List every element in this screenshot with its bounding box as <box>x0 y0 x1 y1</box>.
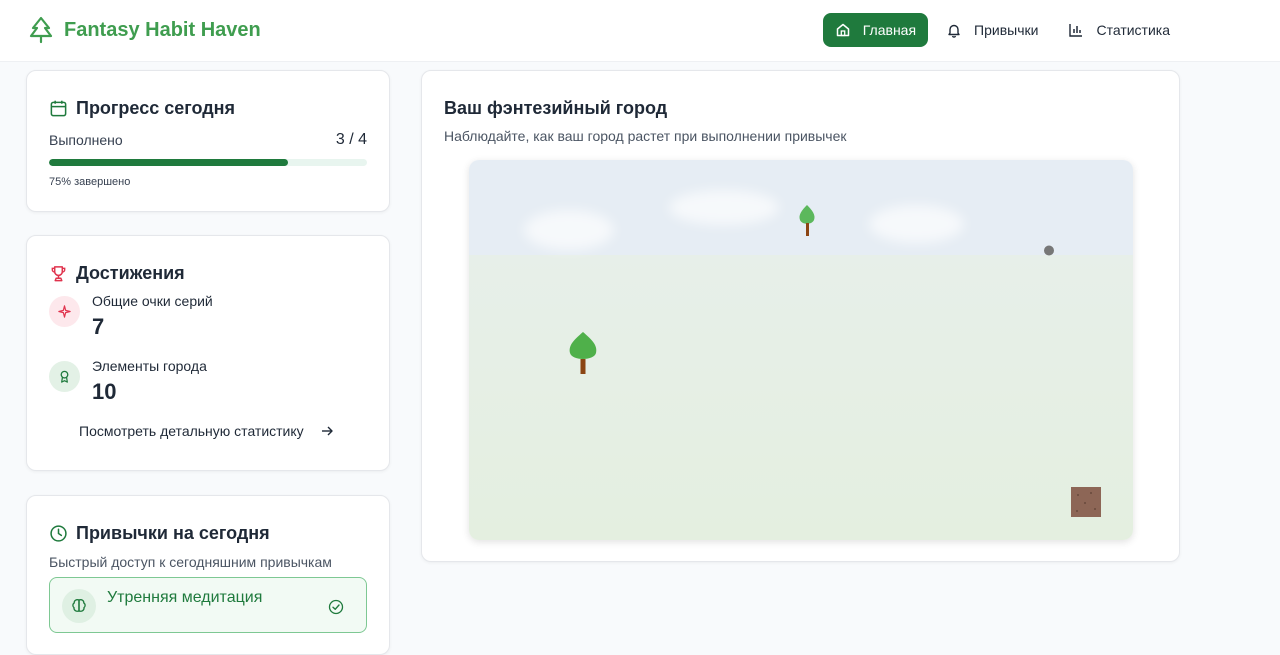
top-header: Fantasy Habit Haven Главная Привычки Ста… <box>0 0 1280 62</box>
calendar-icon <box>50 100 67 117</box>
bar-chart-icon <box>1069 24 1083 37</box>
stone <box>1044 245 1054 256</box>
city-elements-label: Элементы города <box>92 358 207 374</box>
progress-bar-fill <box>49 159 288 166</box>
nav-stats-label: Статистика <box>1096 22 1170 38</box>
nav-home[interactable]: Главная <box>822 13 929 47</box>
cloud <box>669 190 779 225</box>
nav-stats[interactable]: Статистика <box>1056 13 1182 47</box>
progress-title: Прогресс сегодня <box>76 98 236 118</box>
city-elements-value: 10 <box>92 379 117 404</box>
habits-title: Привычки на сегодня <box>76 523 270 543</box>
app-logo[interactable]: Fantasy Habit Haven <box>28 16 261 44</box>
tree-icon <box>29 16 53 44</box>
dirt-block <box>1071 487 1101 517</box>
habits-subtitle: Быстрый доступ к сегодняшним привычкам <box>49 554 332 570</box>
city-subtitle: Наблюдайте, как ваш город растет при вып… <box>444 128 847 144</box>
streak-value: 7 <box>92 314 105 339</box>
award-icon <box>49 361 80 392</box>
sparkle-icon <box>49 296 80 327</box>
nav-home-label: Главная <box>862 22 917 38</box>
small-tree <box>799 205 815 236</box>
progress-bar <box>49 159 367 166</box>
cloud <box>524 210 614 250</box>
city-card: Ваш фэнтезийный город Наблюдайте, как ва… <box>421 70 1180 562</box>
main-nav: Главная Привычки Статистика <box>822 13 1182 47</box>
achievements-title: Достижения <box>76 263 185 283</box>
nav-habits[interactable]: Привычки <box>934 13 1050 47</box>
progress-label: Выполнено <box>49 132 123 148</box>
habit-item[interactable]: Утренняя медитация <box>49 577 367 633</box>
today-habits-card: Привычки на сегодня Быстрый доступ к сег… <box>26 495 390 655</box>
city-elements: Элементы города 10 <box>49 358 207 405</box>
home-icon <box>836 23 849 37</box>
detailed-stats-link[interactable]: Посмотреть детальную статистику <box>79 423 334 439</box>
city-scene[interactable] <box>469 160 1133 540</box>
progress-percent: 75% завершено <box>49 176 131 188</box>
arrow-right-icon <box>321 426 333 436</box>
streak-label: Общие очки серий <box>92 293 213 309</box>
cloud <box>869 205 964 243</box>
bell-icon <box>948 24 960 38</box>
check-circle-icon[interactable] <box>328 599 344 615</box>
brain-icon <box>62 589 96 623</box>
achievements-card: Достижения Общие очки серий 7 Элементы г… <box>26 235 390 471</box>
trophy-icon <box>51 266 66 282</box>
progress-card: Прогресс сегодня Выполнено 3 / 4 75% зав… <box>26 70 390 212</box>
detailed-stats-link-label: Посмотреть детальную статистику <box>79 423 304 439</box>
nav-habits-label: Привычки <box>974 22 1039 38</box>
app-title: Fantasy Habit Haven <box>64 18 261 41</box>
clock-icon <box>50 525 67 542</box>
city-title: Ваш фэнтезийный город <box>444 98 668 118</box>
habit-name: Утренняя медитация <box>107 589 263 606</box>
large-tree <box>569 332 597 374</box>
streak-points: Общие очки серий 7 <box>49 293 213 340</box>
progress-count: 3 / 4 <box>335 131 367 148</box>
